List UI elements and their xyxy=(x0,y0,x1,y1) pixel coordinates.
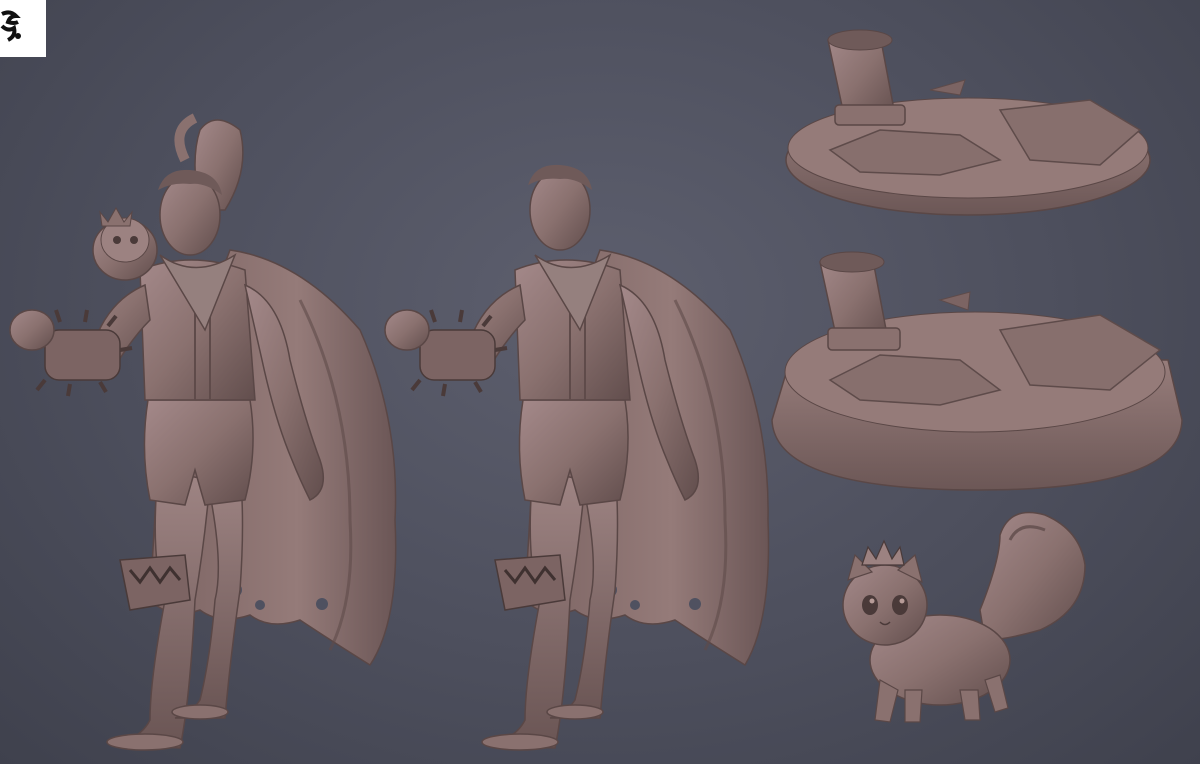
figure-without-cat xyxy=(384,164,770,751)
base-small xyxy=(785,29,1151,216)
cat-with-crown xyxy=(842,511,1086,723)
figure-with-cat xyxy=(9,113,397,751)
render-viewport xyxy=(0,0,1200,764)
sculpt-scene xyxy=(9,29,1183,751)
base-large xyxy=(771,251,1183,491)
